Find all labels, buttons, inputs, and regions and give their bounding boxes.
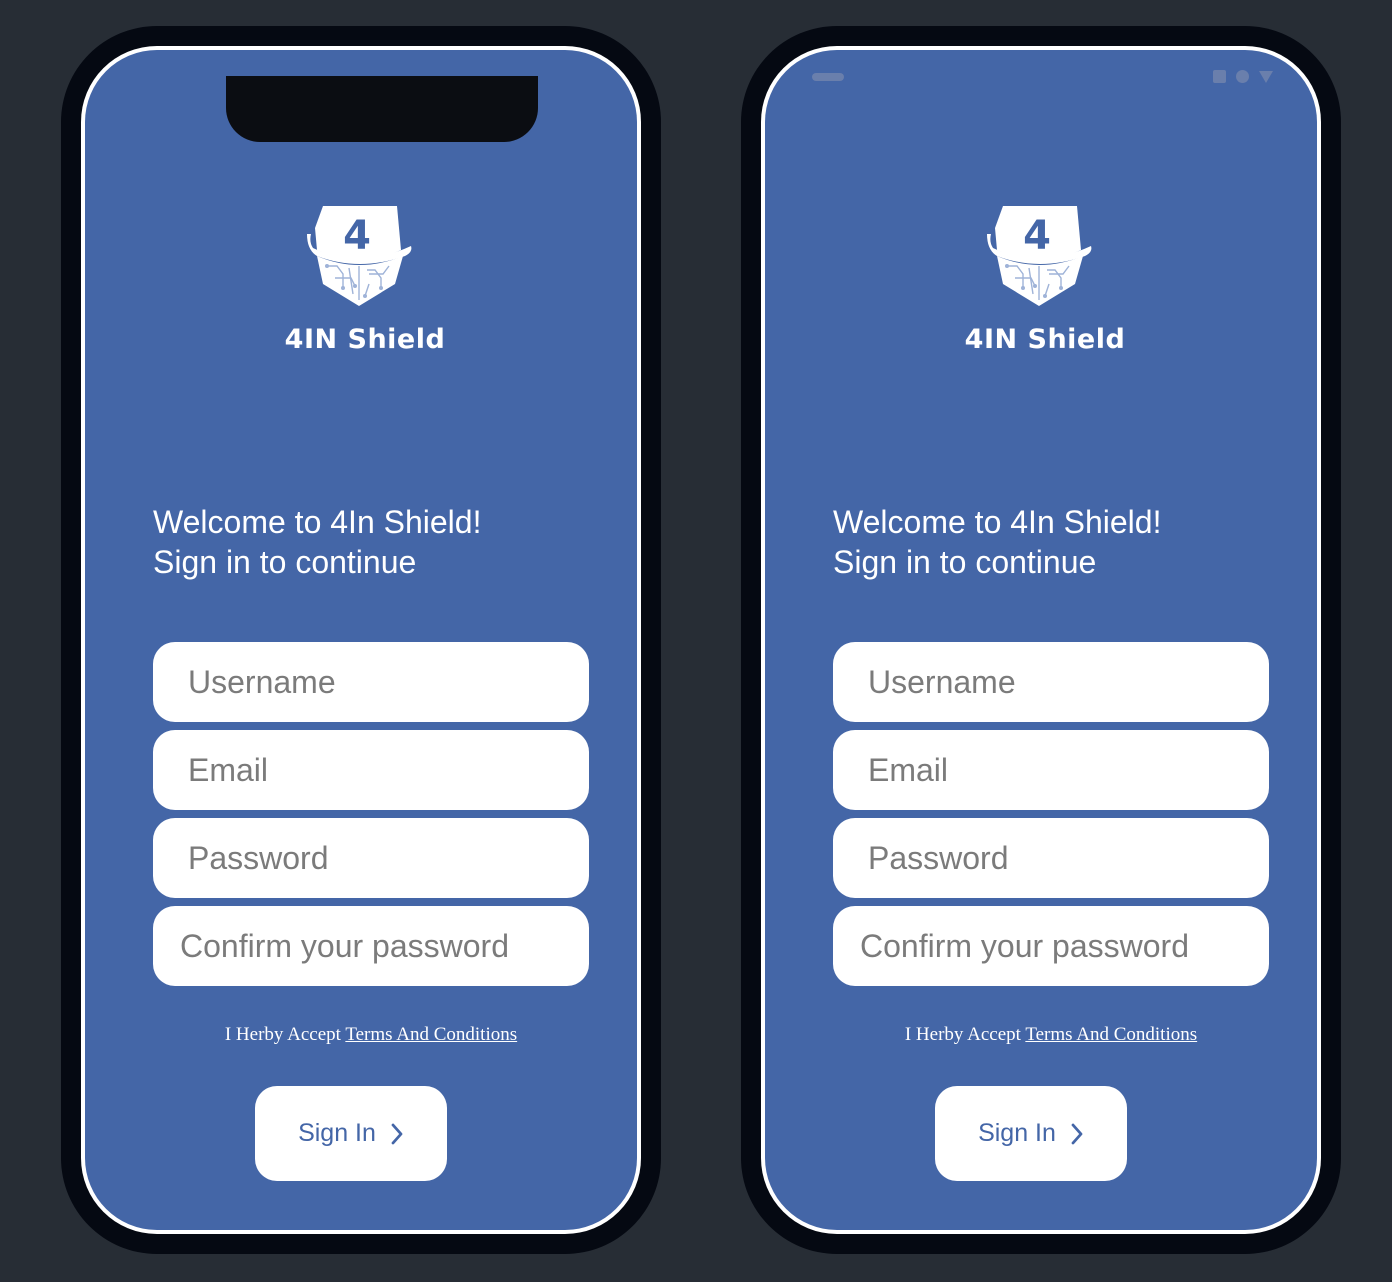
notch [226, 76, 538, 142]
chevron-right-icon [391, 1123, 403, 1144]
confirm-password-input[interactable]: Confirm your password [153, 906, 589, 986]
terms-prefix: I Herby Accept [904, 1024, 1021, 1045]
login-screen: 4 4IN Shield Welcome to 4In Shield! Sign… [85, 50, 637, 1230]
terms-prefix: I Herby Accept [224, 1024, 341, 1045]
sign-in-button[interactable]: Sign In [255, 1086, 447, 1181]
password-input[interactable]: Password [833, 818, 1269, 898]
notification-square-icon [1213, 70, 1226, 83]
brand-name: 4IN Shield [964, 324, 1126, 355]
confirm-password-input[interactable]: Confirm your password [833, 906, 1269, 986]
username-input[interactable]: Username [833, 642, 1269, 722]
terms-link[interactable]: Terms And Conditions [345, 1024, 517, 1045]
status-bar-pill [812, 73, 844, 81]
shield-logo-icon: 4 [307, 206, 412, 306]
chevron-right-icon [1071, 1123, 1083, 1144]
sign-in-label: Sign In [978, 1119, 1056, 1147]
status-dot-icon [1236, 70, 1249, 83]
welcome-title: Welcome to 4In Shield! [153, 504, 482, 540]
welcome-subtitle: Sign in to continue [833, 544, 1097, 580]
phone-frame-ios: 4 4IN Shield Welcome to 4In Shield! Sign… [61, 26, 661, 1254]
password-input[interactable]: Password [153, 818, 589, 898]
login-screen: 4 4IN Shield Welcome to 4In Shield! Sign… [765, 50, 1317, 1230]
terms-text: I Herby Accept Terms And Conditions [765, 1024, 1317, 1046]
email-input[interactable]: Email [833, 730, 1269, 810]
shield-logo-icon: 4 [987, 206, 1092, 306]
welcome-title: Welcome to 4In Shield! [833, 504, 1162, 540]
logo-digit: 4 [343, 213, 371, 259]
phone-screen-ios: 4 4IN Shield Welcome to 4In Shield! Sign… [81, 46, 641, 1234]
terms-text: I Herby Accept Terms And Conditions [85, 1024, 637, 1046]
email-input[interactable]: Email [153, 730, 589, 810]
logo-digit: 4 [1023, 213, 1051, 259]
signal-triangle-icon [1259, 70, 1273, 83]
sign-in-button[interactable]: Sign In [935, 1086, 1127, 1181]
status-bar-icons [1213, 70, 1273, 83]
phone-frame-android: 4 4IN Shield Welcome to 4In Shield! Sign… [741, 26, 1341, 1254]
username-input[interactable]: Username [153, 642, 589, 722]
sign-in-label: Sign In [298, 1119, 376, 1147]
welcome-subtitle: Sign in to continue [153, 544, 417, 580]
terms-link[interactable]: Terms And Conditions [1025, 1024, 1197, 1045]
brand-name: 4IN Shield [284, 324, 446, 355]
welcome-message: Welcome to 4In Shield! Sign in to contin… [833, 502, 1161, 582]
phone-screen-android: 4 4IN Shield Welcome to 4In Shield! Sign… [761, 46, 1321, 1234]
welcome-message: Welcome to 4In Shield! Sign in to contin… [153, 502, 481, 582]
